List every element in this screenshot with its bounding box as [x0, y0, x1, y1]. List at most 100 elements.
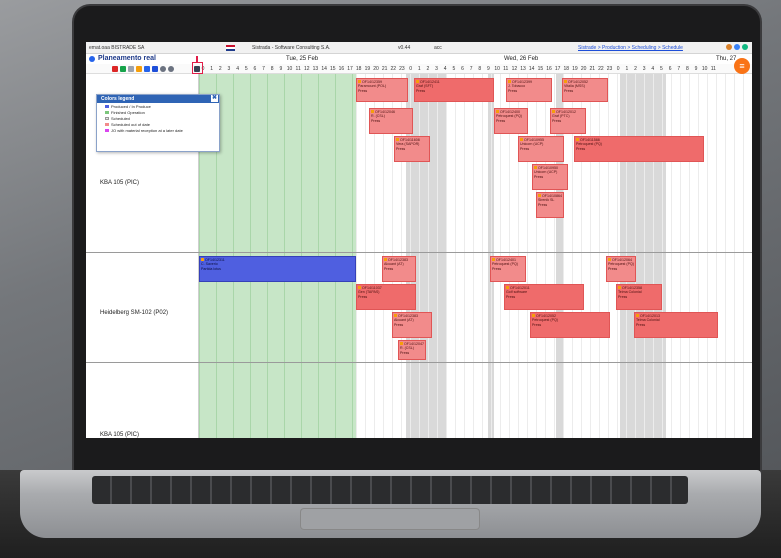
version-label: v0.44	[398, 45, 411, 51]
gantt-task[interactable]: OF14/12047 R. (CSL) Press	[398, 340, 426, 360]
gantt-task[interactable]: OF14/12012 Graf (PTC) Press	[550, 108, 586, 134]
task-text: Press	[618, 294, 628, 299]
hour-label: 17	[347, 66, 353, 72]
task-text: Press	[564, 88, 574, 93]
gantt-task[interactable]: OF14/12358 Teima Colonial Press	[616, 284, 662, 310]
home-icon[interactable]	[734, 44, 740, 50]
close-icon[interactable]: ✖	[211, 95, 218, 102]
tenant-name[interactable]: Sistrada - Software Consulting S.A.	[252, 45, 330, 51]
gantt-task[interactable]: OF14/12052 Vitalia (MSS) Press	[562, 78, 608, 102]
task-flag-icon	[492, 258, 495, 261]
hour-label: 16	[338, 66, 345, 72]
hour-gridline	[419, 74, 420, 438]
task-text: Press	[608, 266, 618, 271]
zoom-in-icon[interactable]	[160, 66, 166, 72]
hour-gridline	[590, 74, 591, 438]
language-flag-icon[interactable]	[226, 45, 235, 51]
calendar-icon[interactable]	[128, 66, 134, 72]
hour-label: 7	[469, 66, 473, 72]
hour-gridline	[473, 74, 474, 438]
gantt-task[interactable]: OF14/12359 Paramount (POL) Press	[356, 78, 408, 102]
zoom-out-icon[interactable]	[168, 66, 174, 72]
topbar-icons	[726, 44, 748, 50]
app-logo-icon	[89, 56, 95, 62]
gantt-task[interactable]: OF14/12046 R. (CSL) Press	[369, 108, 413, 134]
gantt-task[interactable]: OF14/10950 Unicorn (UCP) Press	[532, 164, 568, 190]
hour-gridline	[743, 74, 744, 438]
star-icon[interactable]	[726, 44, 732, 50]
list-icon[interactable]	[144, 66, 150, 72]
hour-label: 15	[537, 66, 544, 72]
gantt-task[interactable]: OF14/10864 Sirenik SL Press	[536, 192, 564, 218]
colors-legend-popup: Colors legend ✖ Produced / In Produce Fi…	[96, 94, 220, 152]
excel-icon[interactable]	[120, 66, 126, 72]
task-text: OF14/12383	[388, 258, 408, 262]
hour-label: 0	[616, 66, 620, 72]
hour-gridline	[734, 74, 735, 438]
gantt-task[interactable]: OF14/10955 Unicorn (UCP) Press	[518, 136, 564, 162]
gantt-task[interactable]: OF14/11588 Petroquest (PQ) Press	[574, 136, 704, 162]
gantt-task[interactable]: OF14/12311 C. Saverio Partida lotus	[199, 256, 356, 282]
task-flag-icon	[394, 314, 397, 317]
hour-label: 3	[227, 66, 231, 72]
hour-label: 7	[262, 66, 265, 72]
breadcrumb[interactable]: Sistrade > Production > Scheduling > Sch…	[578, 45, 683, 51]
task-text: OF14/12399	[512, 80, 532, 84]
task-text: OF14/10864	[542, 194, 562, 198]
grid-icon[interactable]	[152, 66, 158, 72]
app-topbar: emat.oaa BISTRADE SA Sistrada - Software…	[86, 42, 752, 54]
task-text: Press	[400, 350, 410, 355]
legend-item: Finished Operation	[97, 110, 219, 115]
machine-label[interactable]: Heidelberg SM-102 (P02)	[100, 310, 168, 316]
pdf-icon[interactable]	[112, 66, 118, 72]
user-name[interactable]: acc	[434, 45, 442, 51]
gantt-task[interactable]: OF14/12411 Graf (SFT) Press	[414, 78, 494, 102]
gantt-task[interactable]: OF14/12052 Petroquest (PQ) Press	[530, 312, 610, 338]
gantt-task[interactable]: OF14/12400 Petroquest (PQ) Press	[494, 108, 528, 134]
hour-label: 16	[546, 66, 552, 72]
hour-label: 6	[461, 66, 464, 72]
hour-label: 4	[443, 66, 447, 72]
machine-label[interactable]: KBA 105 (PIC)	[100, 180, 139, 186]
task-text: Press	[358, 294, 368, 299]
row-separator	[86, 252, 752, 253]
hour-label: 19	[364, 66, 371, 72]
machine-label[interactable]: KBA 105 (PIC)	[100, 432, 139, 438]
task-flag-icon	[636, 314, 639, 317]
task-text: Press	[538, 202, 548, 207]
hour-label: 21	[589, 66, 596, 72]
legend-item: Produced / In Produce	[97, 104, 219, 109]
gantt-task[interactable]: OF14/12383 Alcuant (AT) Press	[392, 312, 432, 338]
menu-icon[interactable]: ≡	[734, 58, 750, 74]
hour-gridline	[437, 74, 438, 438]
gantt-task[interactable]: OF14/12399 J. Tobacco Press	[506, 78, 552, 102]
task-flag-icon	[496, 110, 499, 113]
gantt-task[interactable]: OF14/12064 Petroquest (PQ) Press	[606, 256, 636, 282]
gantt-task[interactable]: OF14/12383 Alcuant (AT) Press	[382, 256, 416, 282]
gantt-task[interactable]: OF14/12011 Golf software Press	[504, 284, 584, 310]
laptop-touchpad	[300, 508, 480, 530]
task-text: OF14/12046	[375, 110, 395, 114]
legend-swatch	[105, 111, 109, 114]
help-icon[interactable]	[742, 44, 748, 50]
task-text: Press	[636, 322, 646, 327]
task-flag-icon	[538, 194, 541, 197]
task-text: Press	[534, 174, 544, 179]
task-flag-icon	[520, 138, 523, 141]
task-text: Press	[358, 88, 368, 93]
laptop-screen: emat.oaa BISTRADE SA Sistrada - Software…	[86, 42, 752, 438]
settings-icon[interactable]	[136, 66, 142, 72]
gantt-task[interactable]: OF14/12401 Petroquest (PQ) Press	[490, 256, 526, 282]
hour-label: 0	[409, 66, 412, 72]
hour-label: 12	[304, 66, 310, 72]
gantt-task[interactable]: OF14/11037 Gen (TAPAS) Press	[356, 284, 416, 310]
task-text: OF14/12052	[536, 314, 556, 318]
hour-label: 13	[312, 66, 319, 72]
hour-label: 17	[554, 66, 561, 72]
gantt-task[interactable]: OF14/11608 Vera (SAPOR) Press	[394, 136, 430, 162]
task-flag-icon	[384, 258, 387, 261]
gantt-task[interactable]: OF14/12013 Teima Colonial Press	[634, 312, 718, 338]
task-flag-icon	[400, 342, 403, 345]
hour-label: 11	[503, 66, 509, 72]
task-text: OF14/12012	[556, 110, 576, 114]
